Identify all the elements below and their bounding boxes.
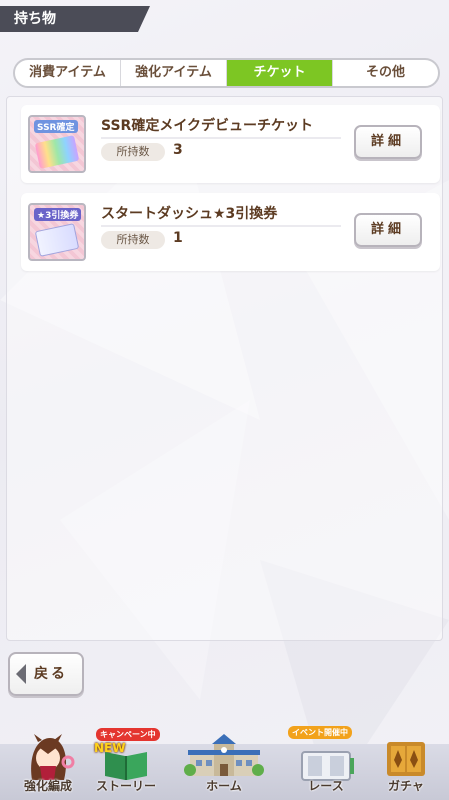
star3-voucher-icon: ★3引換券 bbox=[28, 203, 86, 261]
nav-label: 強化編成 bbox=[23, 779, 72, 793]
rainbow-ticket-shape bbox=[34, 135, 80, 169]
list-item: SSR確定 SSR確定メイクデビューチケット 所持数 3 詳細 bbox=[21, 105, 440, 183]
school-building-icon bbox=[184, 734, 264, 776]
held-count-label: 所持数 bbox=[101, 143, 165, 161]
nav-item-home[interactable]: ホーム bbox=[164, 728, 284, 800]
bottom-nav: 強化編成 キャンペーン中 NEW ストーリー ホーム イベント開催中 レース ガ… bbox=[0, 726, 449, 800]
held-count-value: 1 bbox=[173, 230, 183, 246]
nav-label: レース bbox=[308, 779, 344, 793]
nav-label: ストーリー bbox=[95, 779, 156, 793]
event-badge: イベント開催中 bbox=[288, 726, 352, 739]
held-count-value: 3 bbox=[173, 142, 183, 158]
horse-girl-icon bbox=[31, 734, 75, 780]
detail-button[interactable]: 詳細 bbox=[354, 125, 422, 159]
item-name: SSR確定メイクデビューチケット bbox=[101, 118, 314, 134]
nav-label: ガチャ bbox=[388, 779, 424, 793]
list-item: ★3引換券 スタートダッシュ★3引換券 所持数 1 詳細 bbox=[21, 193, 440, 271]
nav-label: ホーム bbox=[206, 779, 242, 793]
item-category-tabs: 消費アイテム 強化アイテム チケット その他 bbox=[13, 58, 440, 88]
nav-item-race[interactable]: イベント開催中 レース bbox=[284, 726, 368, 800]
back-button[interactable]: 戻る bbox=[8, 652, 84, 696]
icon-tag-star3: ★3引換券 bbox=[34, 208, 82, 221]
held-count-label: 所持数 bbox=[101, 231, 165, 249]
tab-enhancement-items[interactable]: 強化アイテム bbox=[121, 60, 227, 86]
ssr-ticket-icon: SSR確定 bbox=[28, 115, 86, 173]
item-name: スタートダッシュ★3引換券 bbox=[101, 206, 278, 222]
item-list-panel: SSR確定 SSR確定メイクデビューチケット 所持数 3 詳細 ★3引換券 スタ… bbox=[6, 96, 443, 641]
voucher-ticket-shape bbox=[34, 223, 80, 257]
nav-item-story[interactable]: キャンペーン中 NEW ストーリー bbox=[88, 728, 164, 800]
tab-tickets[interactable]: チケット bbox=[227, 60, 333, 86]
divider bbox=[101, 137, 341, 139]
icon-tag-ssr: SSR確定 bbox=[34, 120, 78, 133]
nav-item-enhance-formation[interactable]: 強化編成 bbox=[6, 728, 90, 800]
page-title: 持ち物 bbox=[0, 6, 150, 32]
tab-consumables[interactable]: 消費アイテム bbox=[15, 60, 121, 86]
divider bbox=[101, 225, 341, 227]
detail-button[interactable]: 詳細 bbox=[354, 213, 422, 247]
tab-others[interactable]: その他 bbox=[333, 60, 438, 86]
gacha-door-icon bbox=[387, 742, 425, 776]
nav-item-gacha[interactable]: ガチャ bbox=[366, 728, 446, 800]
